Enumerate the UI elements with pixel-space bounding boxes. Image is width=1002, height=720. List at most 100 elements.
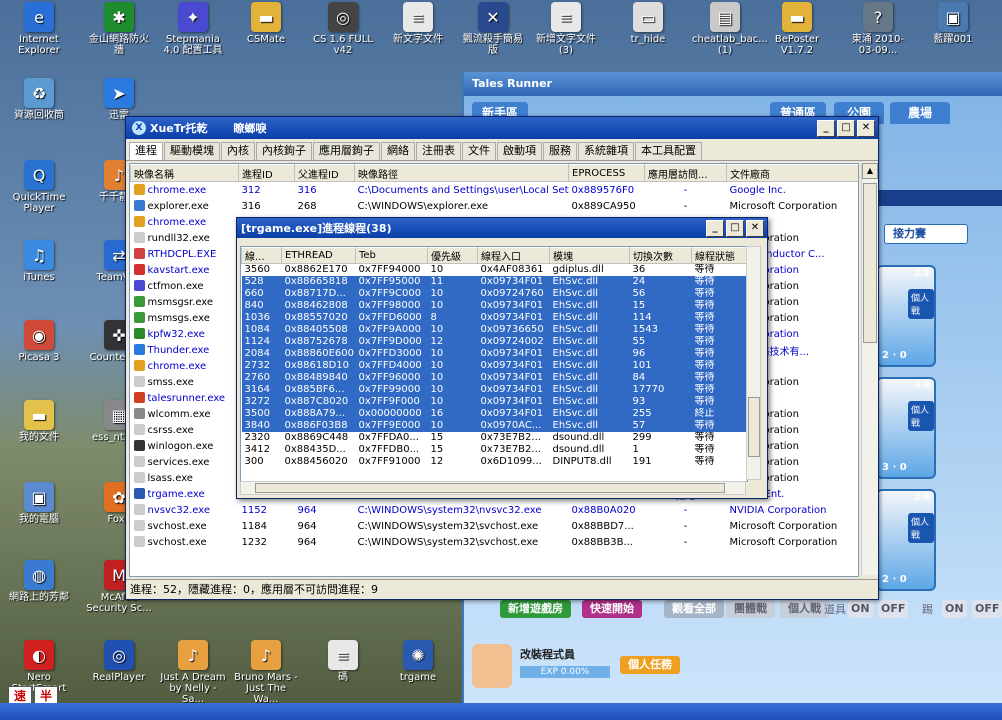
desktop-icon[interactable]: ≡ 碼 — [310, 640, 376, 683]
thread-column-header[interactable]: 優先級 — [427, 247, 478, 264]
thread-list-vscrollbar[interactable] — [746, 246, 761, 480]
xuetr-tab[interactable]: 系統雜項 — [578, 142, 634, 160]
item-off-toggle[interactable]: OFF — [878, 600, 909, 618]
desktop-icon[interactable]: ♻ 資源回收筒 — [6, 78, 72, 121]
thread-minimize-button[interactable]: _ — [706, 219, 724, 237]
xuetr-titlebar[interactable]: X XueTr托乾 瞭螂唳 _ □ ✕ — [126, 117, 878, 139]
desktop-icon[interactable]: ✕ 飄流殺手簡易版 — [460, 2, 526, 56]
xuetr-tab[interactable]: 應用層鉤子 — [313, 142, 380, 160]
desktop-icon[interactable]: ▬ CSMate — [233, 2, 299, 45]
desktop-icon[interactable]: ◎ RealPlayer — [86, 640, 152, 683]
thread-column-header[interactable]: ETHREAD — [281, 247, 356, 264]
thread-row[interactable]: 3500 0x888A79... 0x00000000 16 0x09734F01 EhS… — [241, 408, 747, 420]
game-room-2[interactable]: 3/8 個人戰 3 · 0 — [876, 377, 936, 479]
thread-row[interactable]: 1036 0x88557020 0x7FFD6000 8 0x09734F01 EhSvc… — [241, 312, 747, 324]
thread-dialog-titlebar[interactable]: [trgame.exe]進程線程(38) _ □ ✕ — [237, 218, 767, 238]
process-row[interactable]: nvsvc32.exe 1152 964 C:\WINDOWS\system32\nv… — [131, 502, 859, 518]
column-header[interactable]: 文件廠商 — [726, 164, 858, 182]
desktop-icon[interactable]: ◉ Picasa 3 — [6, 320, 72, 363]
close-button[interactable]: ✕ — [857, 119, 875, 137]
desktop-icon[interactable]: ▭ tr_hide — [615, 2, 681, 45]
thread-row[interactable]: 3412 0x88435D... 0x7FFDB0... 15 0x73E7B2... d… — [242, 444, 748, 456]
game-tab-farm[interactable]: 農場 — [890, 102, 950, 124]
column-header[interactable]: 映像名稱 — [130, 164, 239, 182]
thread-row[interactable]: 2084 0x88860E600 0x7FFD3000 10 0x09734F01 EhS… — [241, 348, 747, 360]
thread-row[interactable]: 2732 0x88618D10 0x7FFD4000 10 0x09734F01 EhSv… — [241, 360, 747, 372]
xuetr-tab[interactable]: 啟動項 — [497, 142, 542, 160]
desktop-icon[interactable]: ▬ 我的文件 — [6, 400, 72, 443]
thread-row[interactable]: 3840 0x886F03B8 0x7FF9E000 10 0x0970AC... EhS… — [241, 420, 747, 432]
thread-list[interactable]: 線... ETHREAD Teb 優先級 線程入口 模塊 切換次數 線程狀態 3560 0x88… — [240, 246, 748, 482]
thread-close-button[interactable]: ✕ — [746, 219, 764, 237]
minimize-button[interactable]: _ — [817, 119, 835, 137]
desktop-icon[interactable]: ♪ Just A Dream by Nelly - Sa... — [160, 640, 226, 705]
solo-battle-button[interactable]: 個人戰 — [780, 600, 829, 618]
thread-row[interactable]: 3272 0x887C8020 0x7FF9F000 10 0x09734F01 EhSv… — [241, 396, 747, 408]
game-room-1[interactable]: 2/2 個人戰 2 · 0 — [876, 265, 936, 367]
process-list-scrollbar[interactable]: ▲ — [861, 163, 878, 575]
thread-column-header[interactable]: Teb — [355, 247, 428, 264]
xuetr-tab[interactable]: 服務 — [543, 142, 577, 160]
thread-dialog[interactable]: [trgame.exe]進程線程(38) _ □ ✕ 線... ETHREAD Te… — [236, 217, 768, 499]
xuetr-tab[interactable]: 注冊表 — [416, 142, 461, 160]
column-header[interactable]: 父進程ID — [294, 164, 355, 182]
thread-row[interactable]: 300 0x88456020 0x7FF91000 12 0x6D1099... DINP… — [242, 456, 748, 468]
thread-row[interactable]: 1084 0x88405508 0x7FF9A000 10 0x09736650 EhSv… — [241, 324, 747, 336]
desktop-icon[interactable]: ▤ cheatlab_bac... (1) — [692, 2, 768, 56]
group-battle-button[interactable]: 團體戰 — [726, 600, 775, 618]
xuetr-tab[interactable]: 內核 — [221, 142, 255, 160]
process-row[interactable]: chrome.exe 312 316 C:\Documents and Setting… — [131, 182, 859, 199]
desktop-icon[interactable]: ✱ 金山網路防火牆 — [86, 2, 152, 56]
thread-column-header[interactable]: 線程狀態 — [691, 247, 747, 264]
desktop-icon[interactable]: ✺ trgame — [385, 640, 451, 683]
desktop-icon[interactable]: ▣ 我的電腦 — [6, 482, 72, 525]
column-header[interactable]: EPROCESS — [568, 164, 645, 182]
quick-start-button[interactable]: 快速開始 — [582, 600, 642, 618]
kick-on-toggle[interactable]: ON — [942, 600, 967, 618]
game-room-3[interactable]: 2/8 個人戰 2 · 0 — [876, 489, 936, 591]
thread-column-header[interactable]: 線程入口 — [477, 247, 550, 264]
desktop-icon[interactable]: ▬ BePoster V1.7.2 — [764, 2, 830, 56]
thread-hscroll-thumb[interactable] — [255, 483, 725, 493]
column-header[interactable]: 應用層訪問... — [644, 164, 727, 182]
create-room-button[interactable]: 新增遊戲房 — [500, 600, 571, 618]
thread-row[interactable]: 528 0x88665818 0x7FF95000 11 0x09734F01 EhSvc… — [241, 276, 747, 288]
relay-race-button[interactable]: 接力賽 — [884, 224, 968, 244]
process-row[interactable]: svchost.exe 1232 964 C:\WINDOWS\system32\sv… — [131, 534, 859, 550]
thread-row[interactable]: 3164 0x885BF6... 0x7FF99000 10 0x09734F01 EhS… — [241, 384, 747, 396]
desktop-icon[interactable]: ≡ 新增文字文件 (3) — [533, 2, 599, 56]
watch-all-button[interactable]: 觀看全部 — [664, 600, 724, 618]
thread-row[interactable]: 1124 0x88752678 0x7FF9D000 12 0x09724002 EhSv… — [241, 336, 747, 348]
desktop-icon[interactable]: ✦ Stepmania 4.0 配置工具 — [160, 2, 226, 56]
scroll-thumb[interactable] — [863, 183, 877, 343]
thread-row[interactable]: 840 0x88462808 0x7FF98000 10 0x09734F01 EhSvc… — [241, 300, 747, 312]
column-header[interactable]: 進程ID — [238, 164, 295, 182]
thread-column-header[interactable]: 線... — [241, 247, 282, 264]
desktop-icon[interactable]: ? 東涌 2010-03-09... — [845, 2, 911, 56]
thread-list-hscrollbar[interactable] — [240, 481, 746, 495]
thread-column-header[interactable]: 模塊 — [549, 247, 630, 264]
xuetr-tab[interactable]: 驅動模塊 — [164, 142, 220, 160]
xuetr-tab[interactable]: 進程 — [129, 142, 163, 160]
xuetr-tab[interactable]: 網絡 — [381, 142, 415, 160]
column-header[interactable]: 映像路徑 — [354, 164, 569, 182]
process-row[interactable]: svchost.exe 1184 964 C:\WINDOWS\system32\sv… — [131, 518, 859, 534]
thread-row[interactable]: 3560 0x8862E170 0x7FF94000 10 0x4AF08361 gdip… — [242, 264, 748, 277]
desktop-icon[interactable]: ◎ CS 1.6 FULL v42 — [310, 2, 376, 56]
desktop-icon[interactable]: e Internet Explorer — [6, 2, 72, 56]
xuetr-tab[interactable]: 內核鉤子 — [256, 142, 312, 160]
thread-row[interactable]: 2760 0x88489840 0x7FF96000 10 0x09734F01 EhSv… — [241, 372, 747, 384]
thread-column-header[interactable]: 切換次數 — [629, 247, 692, 264]
desktop-icon[interactable]: ♫ iTunes — [6, 240, 72, 283]
maximize-button[interactable]: □ — [837, 119, 855, 137]
personal-mission-button[interactable]: 個人任務 — [620, 656, 680, 674]
item-on-toggle[interactable]: ON — [848, 600, 873, 618]
thread-row[interactable]: 660 0x88717D... 0x7FF9C000 10 0x09724760 EhSv… — [241, 288, 747, 300]
desktop-icon[interactable]: ♪ Bruno Mars - Just The Wa... — [233, 640, 299, 705]
taskbar[interactable] — [0, 703, 1002, 720]
desktop-icon[interactable]: ➤ 迅雷 — [86, 78, 152, 121]
desktop-icon[interactable]: Q QuickTime Player — [6, 160, 72, 214]
desktop-icon[interactable]: ≡ 新文字文件 — [385, 2, 451, 45]
thread-vscroll-thumb[interactable] — [748, 397, 760, 457]
desktop-icon[interactable]: ◍ 網路上的芳鄰 — [6, 560, 72, 603]
